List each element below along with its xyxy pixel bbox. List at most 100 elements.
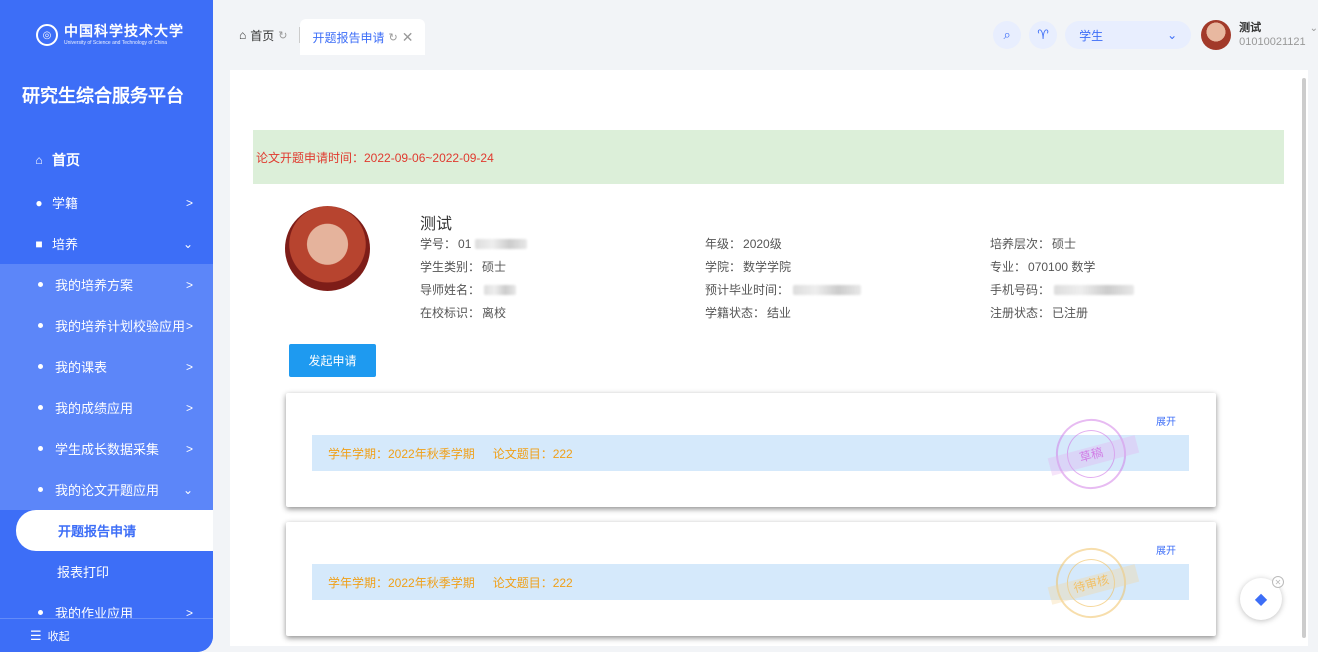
sidebar-item-proposal-apply[interactable]: 开题报告申请 [16, 510, 213, 551]
sidebar-item-label: 学生成长数据采集 [55, 442, 160, 457]
home-icon: ⌂ [35, 153, 43, 167]
info-registration: 注册状态： 已注册 [990, 306, 1180, 320]
sidebar-item-label: 学籍 [52, 196, 79, 211]
info-value: 070100 数学 [1028, 260, 1096, 274]
sidebar-item-thesis-proposal[interactable]: 我的论文开题应用 ⌄ [0, 469, 213, 510]
shirt-icon: ♈ [1037, 27, 1049, 42]
refresh-icon[interactable]: ↻ [389, 31, 398, 44]
topic-text: 论文题目：222 [492, 575, 573, 590]
apply-button[interactable]: 发起申请 [289, 344, 376, 377]
sidebar-item-home[interactable]: ⌂ 首页 [0, 140, 213, 180]
application-period-notice: 论文开题申请时间：2022-09-06~2022-09-24 [253, 130, 1284, 184]
sidebar-item-training[interactable]: ■ 培养 ⌄ [0, 223, 213, 264]
tab-label: 开题报告申请 [312, 30, 385, 45]
bullet-icon [38, 323, 43, 328]
sidebar: ◎ 中国科学技术大学 University of Science and Tec… [0, 0, 213, 652]
role-select[interactable]: 学生 ⌄ [1065, 21, 1192, 49]
redacted-value [475, 239, 528, 249]
info-level: 培养层次： 硕士 [990, 237, 1180, 251]
info-label: 注册状态： [990, 306, 1051, 320]
info-label: 学籍状态： [705, 306, 766, 320]
info-value: 离校 [482, 306, 507, 320]
info-phone: 手机号码： [990, 283, 1180, 297]
user-id: 01010021121 [1239, 36, 1306, 48]
sidebar-item-label: 我的培养计划校验应用 [55, 319, 186, 334]
info-student-type: 学生类别： 硕士 [420, 260, 705, 274]
collapse-icon: ☰ [30, 627, 42, 643]
bullet-icon [38, 364, 43, 369]
info-major: 专业： 070100 数学 [990, 260, 1180, 274]
sidebar-item-enrollment[interactable]: ● 学籍 > [0, 182, 213, 223]
sidebar-item-report-print[interactable]: 报表打印 [0, 551, 213, 592]
redacted-value [793, 285, 862, 295]
logo: ◎ 中国科学技术大学 University of Science and Tec… [0, 0, 213, 70]
layers-icon: ◆ [1254, 591, 1268, 608]
sidebar-item-schedule[interactable]: 我的课表 > [0, 346, 213, 387]
user-info[interactable]: 测试 01010021121 [1239, 21, 1305, 49]
chevron-right-icon: > [185, 400, 193, 415]
info-label: 学号： [420, 237, 457, 251]
sidebar-item-growth-data[interactable]: 学生成长数据采集 > [0, 428, 213, 469]
search-button[interactable]: ⌕ [993, 21, 1022, 49]
student-name: 测试 [420, 216, 453, 233]
chevron-right-icon: > [185, 277, 193, 292]
info-label: 导师姓名： [420, 283, 481, 297]
avatar[interactable] [1201, 20, 1232, 50]
close-icon[interactable]: ✕ [402, 29, 414, 46]
bullet-icon [38, 282, 43, 287]
sidebar-nav: ⌂ 首页 ● 学籍 > ■ 培养 ⌄ 我的培养方案 > 我的培养计划校验应用 > [0, 140, 213, 633]
student-info-grid: 学号： 01 年级： 2020级 培养层次： 硕士 学生类别： 硕士 学院： 数… [420, 237, 1180, 320]
sidebar-item-plan-check[interactable]: 我的培养计划校验应用 > [0, 305, 213, 346]
university-seal-icon: ◎ [36, 24, 58, 46]
info-label: 预计毕业时间： [705, 283, 790, 297]
info-label: 培养层次： [990, 237, 1051, 251]
close-icon[interactable]: ✕ [1272, 576, 1284, 588]
sidebar-item-label: 开题报告申请 [58, 524, 137, 539]
tab-label: 首页 [250, 28, 275, 43]
expand-link[interactable]: 展开 [1156, 542, 1176, 557]
sidebar-item-grades[interactable]: 我的成绩应用 > [0, 387, 213, 428]
info-label: 学生类别： [420, 260, 481, 274]
chevron-right-icon: > [185, 195, 193, 210]
collapse-label: 收起 [47, 630, 70, 643]
status-stamp: 草稿 [1047, 411, 1140, 497]
scrollbar[interactable] [1302, 78, 1306, 638]
info-value: 硕士 [1052, 237, 1077, 251]
info-label: 手机号码： [990, 283, 1051, 297]
profile-photo [285, 206, 370, 291]
info-college: 学院： 数学学院 [705, 260, 990, 274]
redacted-value [484, 285, 517, 295]
info-value: 2020级 [743, 237, 782, 251]
redacted-value [1054, 285, 1135, 295]
bullet-icon [38, 487, 43, 492]
sidebar-item-label: 我的培养方案 [55, 278, 134, 293]
sidebar-item-label: 我的成绩应用 [55, 401, 134, 416]
chevron-down-icon[interactable]: ⌄ [1310, 23, 1318, 34]
topic-text: 论文题目：222 [492, 446, 573, 461]
sidebar-item-training-plan[interactable]: 我的培养方案 > [0, 264, 213, 305]
refresh-icon[interactable]: ↻ [278, 29, 287, 42]
tab-proposal-apply[interactable]: 开题报告申请 ↻ ✕ [300, 19, 426, 55]
info-value: 数学学院 [743, 260, 792, 274]
chevron-down-icon: ⌄ [182, 236, 193, 251]
theme-button[interactable]: ♈ [1029, 21, 1058, 49]
info-label: 在校标识： [420, 306, 481, 320]
top-bar: ⌂ 首页 ↻ 开题报告申请 ↻ ✕ ⌕ ♈ 学生 ⌄ 测试 0101002112… [213, 12, 1318, 58]
chevron-down-icon: ⌄ [182, 482, 193, 497]
term-text: 学年学期：2022年秋季学期 [328, 575, 475, 590]
info-advisor: 导师姓名： [420, 283, 705, 297]
collapse-button[interactable]: ☰ 收起 [0, 618, 213, 652]
header-actions: ⌕ ♈ 学生 ⌄ 测试 01010021121 ⌄ [993, 12, 1318, 58]
info-status: 在校标识： 离校 [420, 306, 705, 320]
role-value: 学生 [1079, 28, 1104, 43]
term-text: 学年学期：2022年秋季学期 [328, 446, 475, 461]
sidebar-item-label: 我的论文开题应用 [55, 483, 160, 498]
expand-link[interactable]: 展开 [1156, 413, 1176, 428]
chevron-down-icon: ⌄ [1167, 28, 1178, 42]
submenu-training: 我的培养方案 > 我的培养计划校验应用 > 我的课表 > 我的成绩应用 > 学生… [0, 264, 213, 510]
info-value: 已注册 [1052, 306, 1089, 320]
info-grade: 年级： 2020级 [705, 237, 990, 251]
bullet-icon [38, 610, 43, 615]
main-panel: 论文开题申请时间：2022-09-06~2022-09-24 测试 学号： 01… [230, 70, 1308, 646]
tab-home[interactable]: ⌂ 首页 ↻ [227, 19, 299, 51]
